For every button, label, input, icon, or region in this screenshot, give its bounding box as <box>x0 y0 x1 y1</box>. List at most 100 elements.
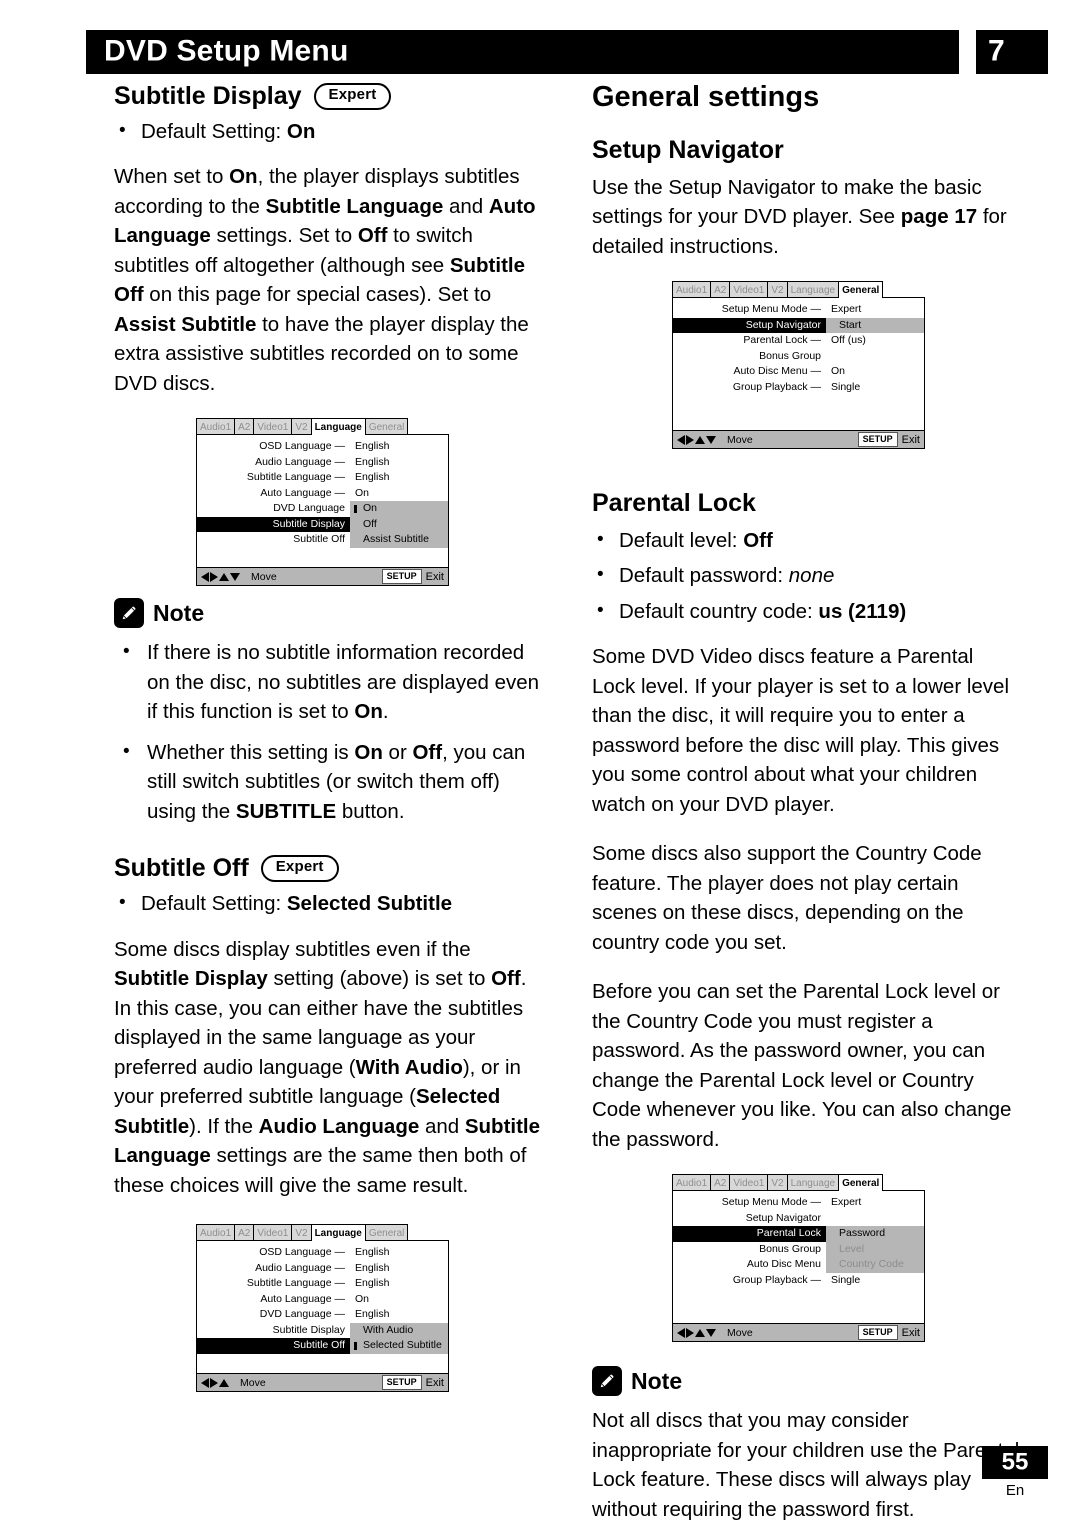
osd-row[interactable]: Subtitle Language — English <box>197 470 448 486</box>
osd-option-item[interactable]: With Audio <box>350 1323 448 1339</box>
parental-lock-paragraph-3: Before you can set the Parental Lock lev… <box>592 980 1012 1151</box>
osd-row[interactable]: Parental Lock — Off (us) <box>673 333 924 349</box>
osd-tab-language[interactable]: Language <box>310 1224 366 1241</box>
general-settings-heading: General settings <box>592 81 820 113</box>
arrow-left-icon <box>201 1377 209 1388</box>
osd-tab-audio1[interactable]: Audio1 <box>196 1224 236 1241</box>
osd-tab-bar: Audio1 A2 Video1 V2 Language General <box>196 418 449 436</box>
osd-row[interactable]: Setup Menu Mode — Expert <box>673 1195 924 1211</box>
osd-row-label: Subtitle Language — <box>246 1277 345 1289</box>
osd-tab-general[interactable]: General <box>364 1224 409 1241</box>
osd-option-item[interactable]: Start <box>826 318 924 334</box>
osd-row[interactable]: Group Playback — Single <box>673 1273 924 1289</box>
osd-row-list: OSD Language — English Audio Language — Eng… <box>197 1241 448 1373</box>
chapter-number-box: 7 <box>976 30 1048 74</box>
osd-tab-language[interactable]: Language <box>310 418 366 436</box>
osd-tab-general[interactable]: General <box>838 281 884 299</box>
osd-row[interactable]: Auto Language — On <box>197 486 448 502</box>
osd-tab-filler <box>407 418 449 436</box>
osd-row[interactable]: Audio Language — English <box>197 455 448 471</box>
osd-row-value: English <box>355 1261 390 1274</box>
osd-tab-language[interactable]: Language <box>786 281 840 299</box>
note1-list: If there is no subtitle information reco… <box>114 637 544 826</box>
osd-tab-a2[interactable]: A2 <box>234 418 255 436</box>
osd-row-label: Subtitle Off <box>293 533 345 546</box>
osd-setup-button[interactable]: SETUP <box>381 1375 422 1390</box>
osd-tab-video1[interactable]: Video1 <box>253 418 293 436</box>
pencil-icon <box>592 1366 622 1397</box>
osd-row-value: Off (us) <box>831 334 866 347</box>
osd-direction-arrows <box>677 1327 716 1338</box>
osd-row[interactable]: OSD Language — English <box>197 1245 448 1261</box>
osd-row-label: Parental Lock <box>673 1226 826 1242</box>
osd-row[interactable]: Bonus Group <box>673 349 924 365</box>
osd-tab-language[interactable]: Language <box>786 1174 840 1192</box>
osd-row[interactable]: OSD Language — English <box>197 439 448 455</box>
osd-exit-label[interactable]: Exit <box>426 571 444 583</box>
osd-setup-button[interactable]: SETUP <box>857 432 898 448</box>
osd-option-label: Selected Subtitle <box>363 1339 442 1351</box>
osd-row[interactable]: Auto Language — On <box>197 1292 448 1308</box>
osd-row[interactable]: Auto Disc Menu — On <box>673 364 924 380</box>
subtitle-off-bullets: Default Setting: Selected Subtitle <box>114 888 544 919</box>
osd-tab-a2[interactable]: A2 <box>710 1174 731 1192</box>
osd-exit-label[interactable]: Exit <box>902 434 920 446</box>
osd-tab-v2[interactable]: V2 <box>767 281 788 299</box>
osd-tab-audio1[interactable]: Audio1 <box>196 418 236 436</box>
osd-row[interactable]: Setup Navigator <box>673 1211 924 1227</box>
arrow-right-icon <box>210 1377 218 1388</box>
osd-row[interactable]: Setup Menu Mode — Expert <box>673 302 924 318</box>
osd-exit-label[interactable]: Exit <box>426 1377 444 1389</box>
osd-row-value: English <box>355 440 390 453</box>
osd-footer-right: SETUP Exit <box>381 1375 446 1390</box>
osd-option-label: Password <box>839 1227 886 1240</box>
osd-option-item[interactable]: On <box>350 501 448 517</box>
osd-tab-audio1[interactable]: Audio1 <box>672 281 712 299</box>
osd-tab-general[interactable]: General <box>364 418 409 436</box>
osd-footer-bar: Move SETUP Exit <box>197 567 448 586</box>
osd-option-item[interactable]: Assist Subtitle <box>350 532 448 548</box>
parental-lock-paragraph-1: Some DVD Video discs feature a Parental … <box>592 645 1010 816</box>
osd-option-item[interactable]: Level <box>826 1242 924 1258</box>
osd-exit-label[interactable]: Exit <box>902 1327 920 1339</box>
osd-general-parental-lock: Audio1 A2 Video1 V2 Language General Setup Men… <box>672 1174 925 1343</box>
osd-setup-button[interactable]: SETUP <box>381 569 422 585</box>
osd-tab-audio1[interactable]: Audio1 <box>672 1174 712 1192</box>
osd-row[interactable]: Subtitle Language — English <box>197 1276 448 1292</box>
osd-spacer <box>673 395 924 411</box>
osd-tab-a2[interactable]: A2 <box>234 1224 255 1241</box>
osd-general-setup-navigator: Audio1 A2 Video1 V2 Language General Setup Men… <box>672 281 925 450</box>
osd-tab-v2[interactable]: V2 <box>291 418 312 436</box>
osd-setup-button[interactable]: SETUP <box>857 1325 898 1341</box>
osd-tab-video1[interactable]: Video1 <box>729 281 769 299</box>
osd-row[interactable]: Group Playback — Single <box>673 380 924 396</box>
osd-tab-v2[interactable]: V2 <box>291 1224 312 1241</box>
osd-direction-arrows <box>201 1377 229 1388</box>
osd-tab-video1[interactable]: Video1 <box>729 1174 769 1192</box>
osd-row-label: Group Playback — <box>732 380 821 393</box>
osd-tab-v2[interactable]: V2 <box>767 1174 788 1192</box>
osd-spacer <box>673 411 924 427</box>
osd-row-value: English <box>355 1246 390 1258</box>
osd-tab-video1[interactable]: Video1 <box>253 1224 293 1241</box>
osd-option-popup[interactable]: On Off Assist Subtitle <box>350 501 448 548</box>
osd-screen: Setup Menu Mode — Expert Setup Navigator Pa… <box>672 1190 925 1343</box>
osd-option-item[interactable]: Password <box>826 1226 924 1242</box>
subtitle-display-heading: Subtitle Display Expert <box>114 82 544 111</box>
list-item: Default password: none <box>592 560 1022 591</box>
osd-option-label: Level <box>839 1242 865 1255</box>
osd-option-item[interactable]: Country Code <box>826 1257 924 1273</box>
osd-option-popup[interactable]: Start <box>826 317 924 334</box>
osd-row[interactable]: Audio Language — English <box>197 1261 448 1277</box>
osd-option-item[interactable]: Off <box>350 517 448 533</box>
osd-tab-a2[interactable]: A2 <box>710 281 731 299</box>
arrow-left-icon <box>677 434 685 445</box>
osd-row[interactable]: DVD Language — English <box>197 1307 448 1323</box>
osd-option-popup[interactable]: With Audio Selected Subtitle <box>350 1322 448 1354</box>
osd-tab-general[interactable]: General <box>838 1174 884 1192</box>
osd-row-list: Setup Menu Mode — Expert Setup Navigator Pa… <box>673 298 924 430</box>
osd-option-item[interactable]: Selected Subtitle <box>350 1338 448 1354</box>
osd-option-popup[interactable]: Password Level Country Code <box>826 1226 924 1273</box>
list-item: If there is no subtitle information reco… <box>114 637 544 727</box>
osd-row-value: English <box>355 471 390 484</box>
